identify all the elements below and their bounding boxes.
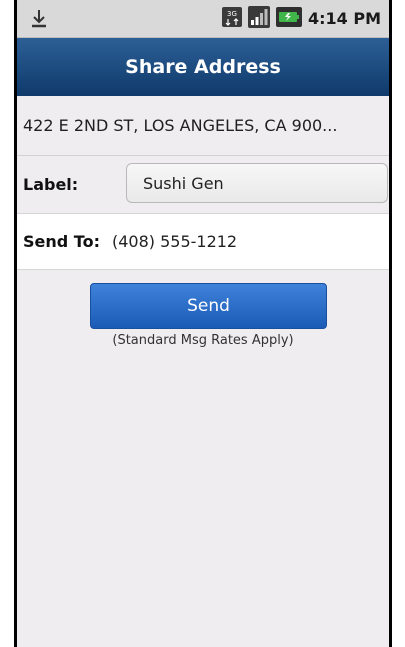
- status-clock: 4:14 PM: [307, 9, 381, 28]
- label-row: Label:: [17, 156, 389, 214]
- address-row: 422 E 2ND ST, LOS ANGELES, CA 900...: [17, 96, 389, 156]
- phone-screen: 3G 4:14 PM Share Address 422 E 2ND ST, L…: [14, 0, 392, 647]
- battery-icon: [275, 6, 302, 32]
- status-bar: 3G 4:14 PM: [17, 0, 389, 38]
- download-icon: [27, 7, 51, 31]
- label-field-label: Label:: [23, 175, 79, 194]
- send-to-row[interactable]: Send To: (408) 555-1212: [17, 214, 389, 270]
- page-title: Share Address: [125, 56, 281, 78]
- svg-text:3G: 3G: [227, 10, 237, 18]
- title-bar: Share Address: [17, 38, 389, 96]
- 3g-icon: 3G: [221, 6, 242, 32]
- send-button[interactable]: Send: [90, 283, 327, 329]
- label-input[interactable]: [126, 163, 388, 203]
- send-to-label: Send To:: [23, 232, 100, 251]
- signal-icon: [247, 5, 270, 32]
- phone-number[interactable]: (408) 555-1212: [112, 232, 237, 251]
- address-text: 422 E 2ND ST, LOS ANGELES, CA 900...: [23, 116, 338, 135]
- rates-note: (Standard Msg Rates Apply): [112, 333, 294, 348]
